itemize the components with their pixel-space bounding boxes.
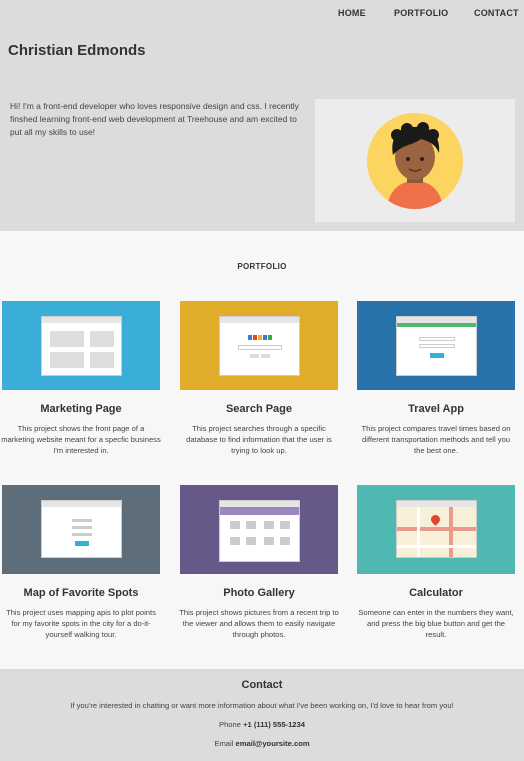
project-card-map[interactable]: Map of Favorite Spots This project uses … [0,485,165,640]
project-description: Someone can enter in the numbers they wa… [358,608,514,639]
contact-section: Contact If you're interested in chatting… [0,669,524,761]
project-title: Calculator [409,587,463,599]
project-thumbnail[interactable] [357,485,515,574]
nav-contact-link[interactable]: CONTACT [474,8,519,18]
project-card-marketing[interactable]: Marketing Page This project shows the fr… [0,301,165,456]
avatar [367,113,463,209]
project-thumbnail[interactable] [357,301,515,390]
contact-email: Email email@yoursite.com [0,739,524,748]
profile-photo-box [315,99,515,222]
project-description: This project compares travel times based… [361,424,511,455]
phone-label: Phone [219,720,241,729]
project-title: Marketing Page [40,403,122,415]
project-thumbnail[interactable] [2,301,160,390]
project-description: This project searches through a specific… [186,424,332,455]
project-description: This project uses mapping apis to plot p… [6,608,156,639]
project-thumbnail[interactable] [2,485,160,574]
project-card-calculator[interactable]: Calculator Someone can enter in the numb… [352,485,520,640]
portfolio-heading: PORTFOLIO [237,262,287,271]
project-title: Search Page [225,403,293,415]
project-title: Map of Favorite Spots [23,587,139,599]
project-title: Photo Gallery [223,587,295,599]
project-card-gallery[interactable]: Photo Gallery This project shows picture… [175,485,343,640]
contact-title: Contact [241,679,283,691]
project-card-search[interactable]: Search Page This project searches throug… [175,301,343,456]
email-label: Email [214,739,234,748]
contact-phone: Phone +1 (111) 555-1234 [0,720,524,729]
header: HOME PORTFOLIO CONTACT Christian Edmonds… [0,0,524,231]
nav-home-link[interactable]: HOME [338,8,378,18]
intro-text: Hi! I'm a front-end developer who loves … [10,101,299,137]
email-address[interactable]: email@yoursite.com [236,739,310,748]
site-title: Christian Edmonds [8,42,146,59]
project-title: Travel App [408,403,464,415]
project-description: This project shows the front page of a m… [1,424,161,455]
project-thumbnail[interactable] [180,301,338,390]
project-card-travel[interactable]: Travel App This project compares travel … [352,301,520,456]
phone-number[interactable]: +1 (111) 555-1234 [243,720,305,729]
project-thumbnail[interactable] [180,485,338,574]
contact-text: If you're interested in chatting or want… [70,701,454,710]
nav-portfolio-link[interactable]: PORTFOLIO [394,8,454,18]
project-description: This project shows pictures from a recen… [179,608,339,639]
